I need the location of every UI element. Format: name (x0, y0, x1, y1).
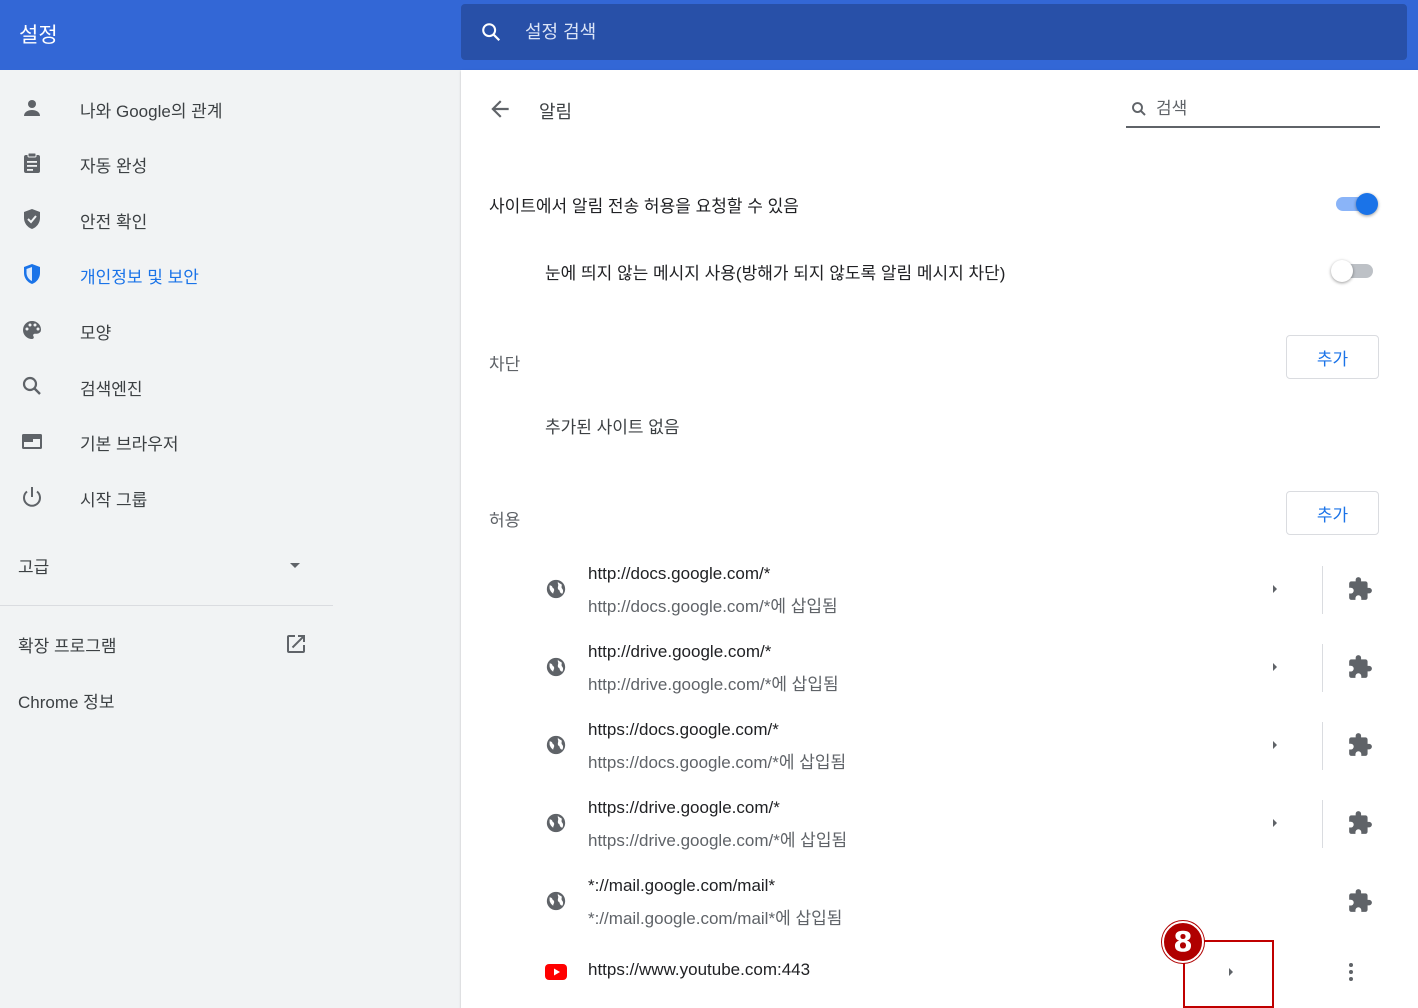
search-icon (1132, 102, 1146, 116)
puzzle-icon[interactable] (1347, 654, 1373, 680)
puzzle-icon[interactable] (1347, 576, 1373, 602)
about-label: Chrome 정보 (18, 693, 115, 712)
advanced-label: 고급 (18, 558, 50, 577)
block-section-label: 차단 (489, 355, 521, 374)
sidebar-item-autofill[interactable]: 자동 완성 (0, 139, 333, 187)
arrow-right-icon[interactable] (1267, 659, 1283, 675)
allow-add-button[interactable]: 추가 (1286, 491, 1379, 535)
sidebar-item-label: 나와 Google의 관계 (80, 102, 223, 121)
app-title: 설정 (19, 24, 58, 47)
site-embedded-text: http://docs.google.com/*에 삽입됨 (588, 597, 838, 616)
sidebar: 나와 Google의 관계 자동 완성 안전 확인 개인정보 및 보안 모양 검… (0, 70, 333, 1008)
row-divider (1322, 644, 1323, 692)
callout-number-badge: 8 (1162, 921, 1204, 963)
open-in-new-icon (287, 635, 305, 653)
extensions-label: 확장 프로그램 (18, 637, 117, 656)
site-row[interactable]: http://drive.google.com/* http://drive.g… (461, 634, 1418, 712)
row-divider (1322, 800, 1323, 848)
sidebar-item-label: 시작 그룹 (80, 491, 148, 510)
site-url: https://drive.google.com/* (588, 798, 780, 817)
notifications-card: 알림 사이트에서 알림 전송 허용을 요청할 수 있음 눈에 띄지 않는 메시지… (461, 70, 1418, 1008)
settings-search-input[interactable] (525, 18, 1125, 46)
site-row[interactable]: https://drive.google.com/* https://drive… (461, 790, 1418, 868)
row-divider (1322, 722, 1323, 770)
notifications-search-input[interactable] (1156, 96, 1366, 122)
block-add-button[interactable]: 추가 (1286, 335, 1379, 379)
puzzle-icon[interactable] (1347, 732, 1373, 758)
puzzle-icon[interactable] (1347, 810, 1373, 836)
sidebar-item-appearance[interactable]: 모양 (0, 306, 333, 354)
sidebar-item-label: 안전 확인 (80, 213, 148, 232)
site-url: https://docs.google.com/* (588, 720, 779, 739)
puzzle-icon[interactable] (1347, 888, 1373, 914)
shield-check-icon (24, 209, 40, 229)
back-arrow-icon[interactable] (487, 96, 513, 122)
shield-icon (24, 264, 40, 284)
search-icon (482, 23, 501, 42)
sidebar-item-label: 기본 브라우저 (80, 435, 179, 454)
globe-icon (546, 657, 566, 677)
sidebar-divider (0, 605, 333, 606)
globe-icon (546, 891, 566, 911)
site-embedded-text: https://docs.google.com/*에 삽입됨 (588, 753, 847, 772)
sidebar-item-search-engine[interactable]: 검색엔진 (0, 362, 333, 410)
site-embedded-text: *://mail.google.com/mail*에 삽입됨 (588, 909, 843, 928)
notifications-search[interactable] (1126, 92, 1380, 128)
toggle-knob (1356, 193, 1378, 215)
quiet-setting-label: 눈에 띄지 않는 메시지 사용(방해가 되지 않도록 알림 메시지 차단) (545, 264, 1006, 283)
settings-search-box[interactable] (461, 4, 1407, 60)
site-url: http://docs.google.com/* (588, 564, 771, 583)
site-url: *://mail.google.com/mail* (588, 876, 776, 895)
site-row[interactable]: *://mail.google.com/mail* *://mail.googl… (461, 868, 1418, 946)
sidebar-item-label: 자동 완성 (80, 157, 148, 176)
more-vert-icon[interactable] (1339, 960, 1363, 984)
globe-icon (546, 579, 566, 599)
page-title: 알림 (539, 102, 573, 122)
site-url: https://www.youtube.com:443 (588, 960, 811, 979)
block-empty-text: 추가된 사이트 없음 (545, 418, 680, 437)
clipboard-icon (24, 152, 40, 173)
sidebar-item-on-startup[interactable]: 시작 그룹 (0, 473, 333, 521)
globe-icon (546, 813, 566, 833)
sidebar-item-safety-check[interactable]: 안전 확인 (0, 195, 333, 243)
sidebar-item-label: 모양 (80, 324, 112, 343)
site-row[interactable]: https://docs.google.com/* https://docs.g… (461, 712, 1418, 790)
browser-icon (22, 434, 42, 449)
ask-setting-label: 사이트에서 알림 전송 허용을 요청할 수 있음 (489, 197, 799, 216)
site-embedded-text: http://drive.google.com/*에 삽입됨 (588, 675, 839, 694)
youtube-icon (545, 964, 567, 980)
arrow-right-icon[interactable] (1267, 581, 1283, 597)
sidebar-item-default-browser[interactable]: 기본 브라우저 (0, 417, 333, 465)
site-row-youtube[interactable]: https://www.youtube.com:443 (461, 948, 1418, 1008)
sidebar-extensions-link[interactable]: 확장 프로그램 (0, 620, 333, 668)
quiet-setting-toggle[interactable] (1331, 259, 1375, 283)
sidebar-advanced[interactable]: 고급 (0, 540, 333, 588)
caret-down-icon (290, 563, 300, 568)
palette-icon (23, 321, 41, 339)
site-row[interactable]: http://docs.google.com/* http://docs.goo… (461, 556, 1418, 634)
search-icon (22, 376, 41, 395)
globe-icon (546, 735, 566, 755)
person-icon (24, 100, 40, 116)
toggle-knob (1331, 260, 1353, 282)
arrow-right-icon[interactable] (1267, 737, 1283, 753)
sidebar-item-privacy-security[interactable]: 개인정보 및 보안 (0, 250, 333, 298)
sidebar-item-label: 검색엔진 (80, 380, 143, 399)
row-divider (1322, 566, 1323, 614)
arrow-right-icon[interactable] (1267, 815, 1283, 831)
sidebar-item-label: 개인정보 및 보안 (80, 268, 199, 287)
ask-setting-toggle[interactable] (1334, 192, 1378, 216)
power-icon (23, 487, 41, 507)
sidebar-about-chrome[interactable]: Chrome 정보 (0, 676, 333, 724)
sidebar-item-you-and-google[interactable]: 나와 Google의 관계 (0, 84, 333, 132)
site-url: http://drive.google.com/* (588, 642, 772, 661)
site-embedded-text: https://drive.google.com/*에 삽입됨 (588, 831, 848, 850)
top-bar: 설정 (0, 0, 1418, 70)
allow-section-label: 허용 (489, 511, 521, 530)
